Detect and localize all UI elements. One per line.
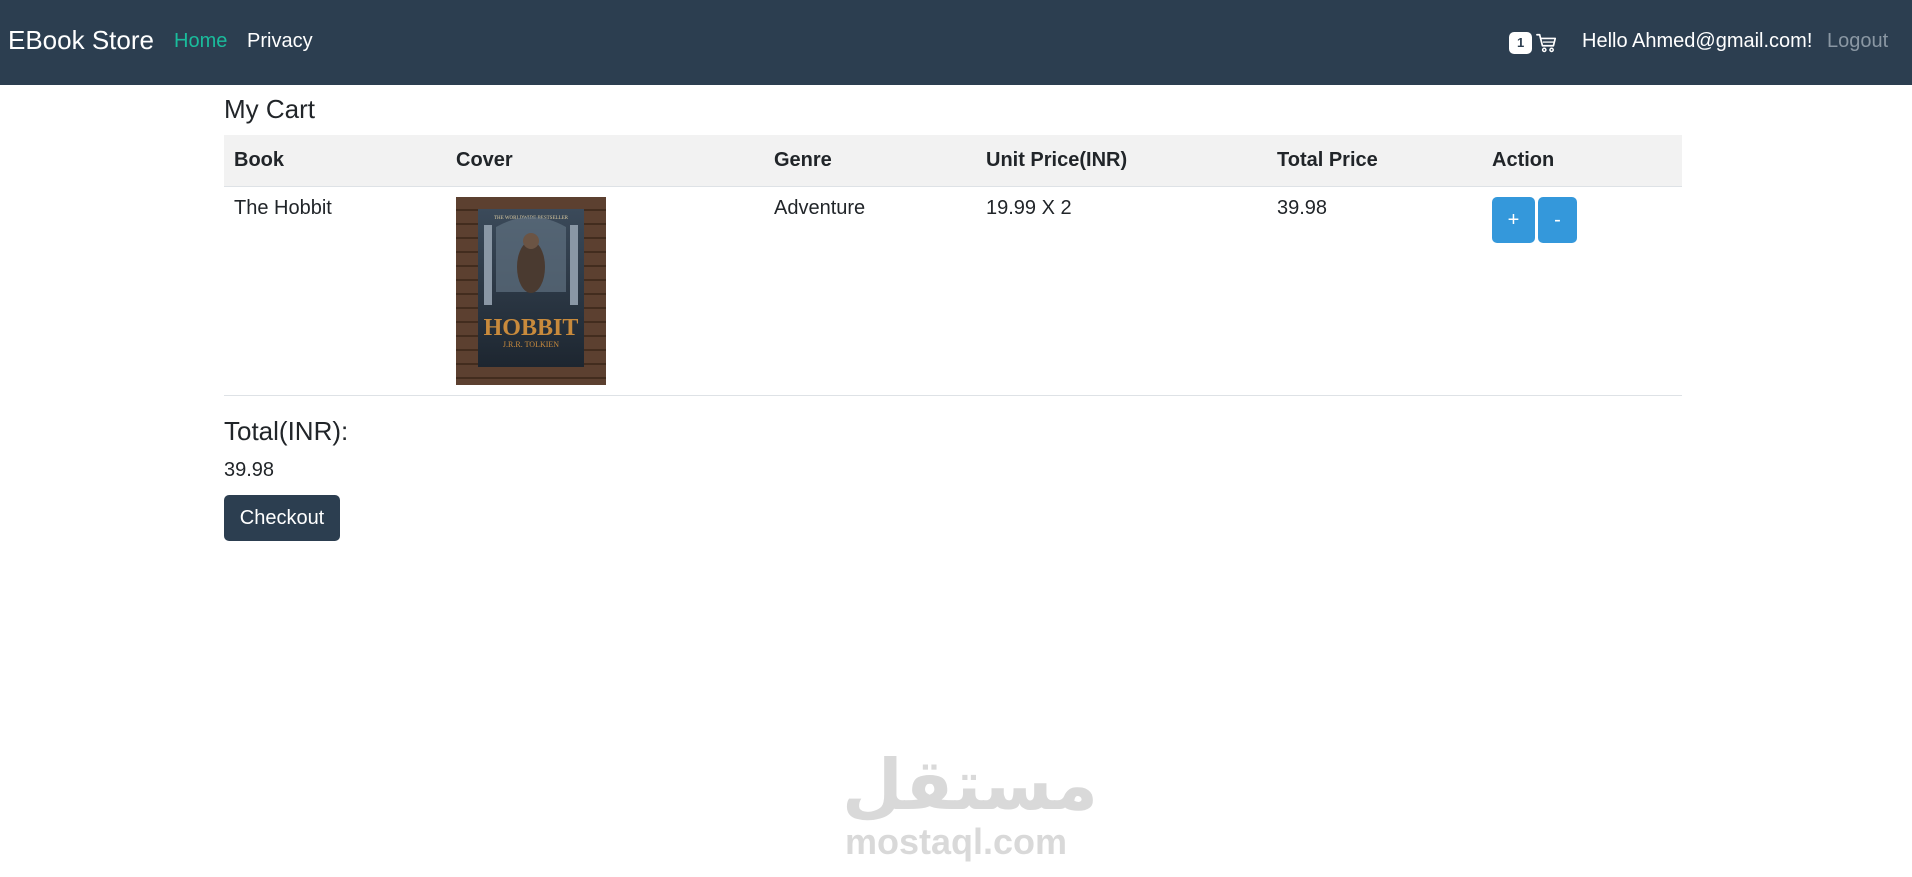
table-header-row: Book Cover Genre Unit Price(INR) Total P… xyxy=(224,135,1682,187)
cover-cell: THE WORLDWIDE BESTSELLER HOBBIT J.R.R. T… xyxy=(446,186,764,396)
book-total-price: 39.98 xyxy=(1267,186,1482,396)
shopping-cart-icon xyxy=(1536,33,1557,53)
cart-link[interactable]: 1 xyxy=(1509,29,1558,57)
logout-link[interactable]: Logout xyxy=(1827,0,1888,85)
nav-link-home[interactable]: Home xyxy=(174,0,227,85)
column-header-genre: Genre xyxy=(764,135,976,187)
column-header-unit-price: Unit Price(INR) xyxy=(976,135,1267,187)
nav-link-privacy[interactable]: Privacy xyxy=(247,0,313,85)
decrease-quantity-button[interactable]: - xyxy=(1538,196,1577,243)
svg-text:HOBBIT: HOBBIT xyxy=(484,315,579,341)
book-unit-price: 19.99 X 2 xyxy=(976,186,1267,396)
watermark-logo: مستقل mostaql.com xyxy=(842,744,1099,862)
user-greeting: Hello Ahmed@gmail.com! xyxy=(1582,30,1813,52)
brand-logo[interactable]: EBook Store xyxy=(8,0,154,85)
column-header-book: Book xyxy=(224,135,446,187)
total-label: Total(INR): xyxy=(224,416,349,446)
action-cell: + - xyxy=(1482,186,1682,396)
page-title: My Cart xyxy=(224,94,315,124)
table-row: The Hobbit THE BESTSELLER HOBBIT J.R.R. … xyxy=(224,186,1682,396)
book-title: The Hobbit xyxy=(224,186,446,396)
checkout-button[interactable]: Checkout xyxy=(224,495,340,541)
column-header-total-price: Total Price xyxy=(1267,135,1482,187)
cart-count-badge: 1 xyxy=(1509,32,1533,54)
top-navbar: EBook Store Home Privacy 1 Hello Ahmed@g… xyxy=(0,0,1912,85)
book-genre: Adventure xyxy=(764,186,976,396)
book-cover-image: THE WORLDWIDE BESTSELLER HOBBIT J.R.R. T… xyxy=(456,196,606,385)
column-header-action: Action xyxy=(1482,135,1682,187)
svg-text:J.R.R. TOLKIEN: J.R.R. TOLKIEN xyxy=(503,340,559,349)
watermark-arabic-text: مستقل xyxy=(842,744,1099,826)
watermark-latin-text: mostaql.com xyxy=(844,821,1068,862)
column-header-cover: Cover xyxy=(446,135,764,187)
increase-quantity-button[interactable]: + xyxy=(1492,196,1535,243)
cart-table: Book Cover Genre Unit Price(INR) Total P… xyxy=(224,135,1682,396)
total-value: 39.98 xyxy=(224,459,275,481)
